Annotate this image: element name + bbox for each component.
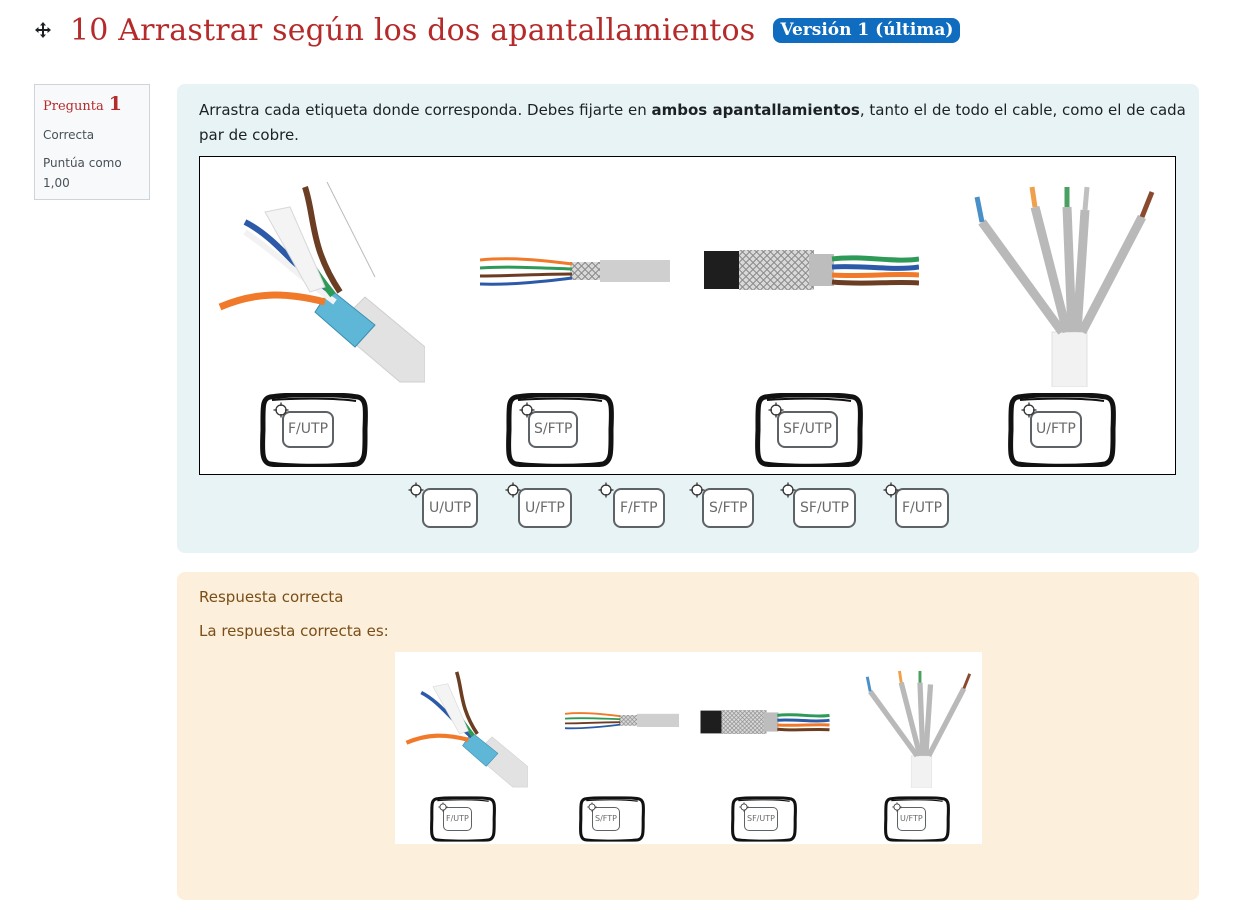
prompt-bold: ambos apantallamientos [651, 101, 860, 119]
question-prompt: Arrastra cada etiqueta donde corresponda… [199, 98, 1189, 148]
drop-area: F/UTP S/FTP SF/UTP U/FTP [199, 156, 1176, 475]
question-label: Pregunta [43, 99, 104, 114]
answer-cable-uftp [865, 670, 972, 788]
placed-chip-4[interactable]: U/FTP [1030, 411, 1082, 448]
question-grade-line1: Puntúa como [43, 156, 122, 170]
answer-cable-sfutp [700, 710, 830, 734]
answer-zone-2: S/FTP [579, 796, 645, 842]
target-icon [505, 482, 521, 498]
right-answer-label: La respuesta correcta es: [199, 622, 389, 640]
target-icon [598, 482, 614, 498]
target-icon [768, 402, 784, 418]
target-icon [273, 402, 289, 418]
placed-chip-3[interactable]: SF/UTP [777, 411, 838, 448]
drop-zone-1[interactable]: F/UTP [260, 393, 368, 467]
target-icon [408, 482, 424, 498]
question-state: Correcta [43, 128, 95, 142]
feedback-panel: Respuesta correcta La respuesta correcta… [177, 572, 1199, 900]
question-info: Pregunta 1 Correcta Puntúa como 1,00 [34, 84, 150, 200]
drag-item-2[interactable]: U/FTP [518, 488, 572, 528]
drop-zone-3[interactable]: SF/UTP [755, 393, 863, 467]
cable-image-sftp [480, 257, 670, 286]
title-row: 10 Arrastrar según los dos apantallamien… [34, 10, 961, 50]
move-icon[interactable] [34, 21, 52, 39]
answer-cable-futp [405, 671, 528, 788]
target-icon [519, 402, 535, 418]
cable-image-uftp [974, 186, 1155, 387]
question-grade-line2: 1,00 [43, 176, 70, 190]
drag-item-1[interactable]: U/UTP [422, 488, 479, 528]
drag-items-tray: U/UTP U/FTP F/FTP S/FTP SF/UTP F/UTP [177, 482, 1199, 542]
drag-item-3[interactable]: F/FTP [613, 488, 665, 528]
answer-zone-1: F/UTP [430, 796, 496, 842]
placed-chip-1[interactable]: F/UTP [282, 411, 335, 448]
drop-zone-4[interactable]: U/FTP [1008, 393, 1116, 467]
target-icon [739, 802, 749, 812]
right-answer-image: F/UTP S/FTP SF/UTP U/FTP [395, 652, 982, 844]
answer-zone-3: SF/UTP [731, 796, 797, 842]
target-icon [892, 802, 902, 812]
answer-zone-4: U/FTP [884, 796, 950, 842]
target-icon [1021, 402, 1037, 418]
target-icon [883, 482, 899, 498]
drag-item-6[interactable]: F/UTP [895, 488, 950, 528]
cable-image-futp [218, 181, 425, 383]
placed-chip-2[interactable]: S/FTP [528, 411, 579, 448]
target-icon [780, 482, 796, 498]
drop-zone-2[interactable]: S/FTP [506, 393, 614, 467]
prompt-text: Arrastra cada etiqueta donde corresponda… [199, 101, 652, 119]
target-icon [689, 482, 705, 498]
answer-chip-3: SF/UTP [744, 807, 778, 831]
version-badge: Versión 1 (última) [773, 17, 961, 43]
drag-item-5[interactable]: SF/UTP [793, 488, 856, 528]
answer-cable-sftp [565, 712, 679, 730]
drag-item-4[interactable]: S/FTP [702, 488, 755, 528]
target-icon [438, 802, 448, 812]
question-number: 1 [108, 93, 123, 115]
target-icon [587, 802, 597, 812]
question-formulation: Arrastra cada etiqueta donde corresponda… [177, 84, 1199, 553]
cable-image-sfutp [704, 250, 919, 290]
page-title: 10 Arrastrar según los dos apantallamien… [70, 12, 756, 48]
feedback-status: Respuesta correcta [199, 588, 344, 606]
